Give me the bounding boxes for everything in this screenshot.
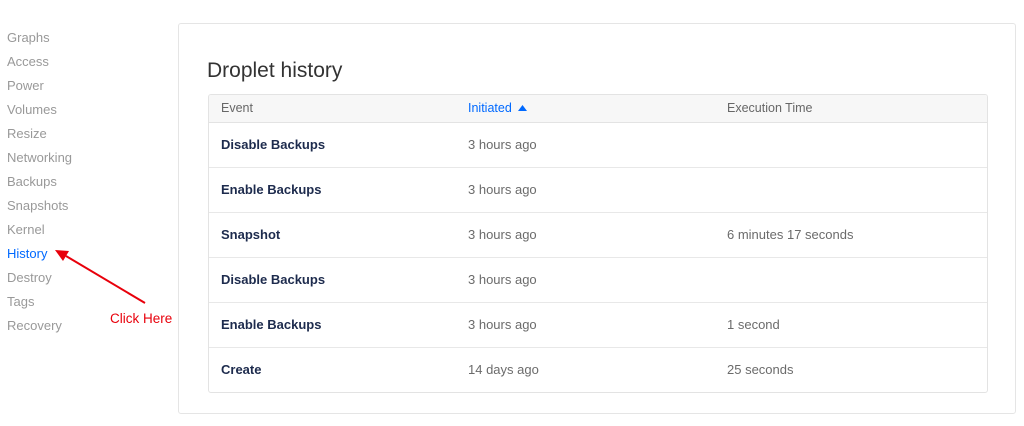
droplet-history-panel: Droplet history Event Initiated Executio… bbox=[178, 23, 1016, 414]
table-row: Enable Backups 3 hours ago bbox=[209, 168, 987, 213]
event-cell: Enable Backups bbox=[221, 182, 322, 197]
event-cell: Enable Backups bbox=[221, 317, 322, 332]
event-cell: Disable Backups bbox=[221, 137, 326, 152]
column-header-initiated[interactable]: Initiated bbox=[468, 95, 527, 122]
page-title: Droplet history bbox=[207, 59, 343, 82]
table-header: Event Initiated Execution Time bbox=[209, 95, 987, 123]
column-header-event: Event bbox=[221, 101, 253, 115]
column-header-initiated-label: Initiated bbox=[468, 101, 512, 115]
history-table: Event Initiated Execution Time Disable B… bbox=[208, 94, 988, 393]
execution-time-cell: 1 second bbox=[727, 317, 780, 332]
initiated-cell: 3 hours ago bbox=[468, 272, 537, 287]
table-row: Snapshot 3 hours ago 6 minutes 17 second… bbox=[209, 213, 987, 258]
initiated-cell: 3 hours ago bbox=[468, 317, 537, 332]
table-row: Enable Backups 3 hours ago 1 second bbox=[209, 303, 987, 348]
table-row: Disable Backups 3 hours ago bbox=[209, 258, 987, 303]
caret-up-icon bbox=[517, 105, 527, 111]
initiated-cell: 3 hours ago bbox=[468, 137, 537, 152]
column-header-execution-time: Execution Time bbox=[727, 101, 813, 115]
annotation-label: Click Here bbox=[110, 311, 173, 326]
table-row: Create 14 days ago 25 seconds bbox=[209, 348, 987, 392]
annotation-arrow-icon bbox=[55, 250, 146, 304]
table-row: Disable Backups 3 hours ago bbox=[209, 123, 987, 168]
event-cell: Disable Backups bbox=[221, 272, 326, 287]
execution-time-cell: 25 seconds bbox=[727, 362, 794, 377]
initiated-cell: 3 hours ago bbox=[468, 182, 537, 197]
execution-time-cell: 6 minutes 17 seconds bbox=[727, 227, 854, 242]
initiated-cell: 14 days ago bbox=[468, 362, 539, 377]
initiated-cell: 3 hours ago bbox=[468, 227, 537, 242]
event-cell: Snapshot bbox=[221, 227, 281, 242]
event-cell: Create bbox=[221, 362, 262, 377]
